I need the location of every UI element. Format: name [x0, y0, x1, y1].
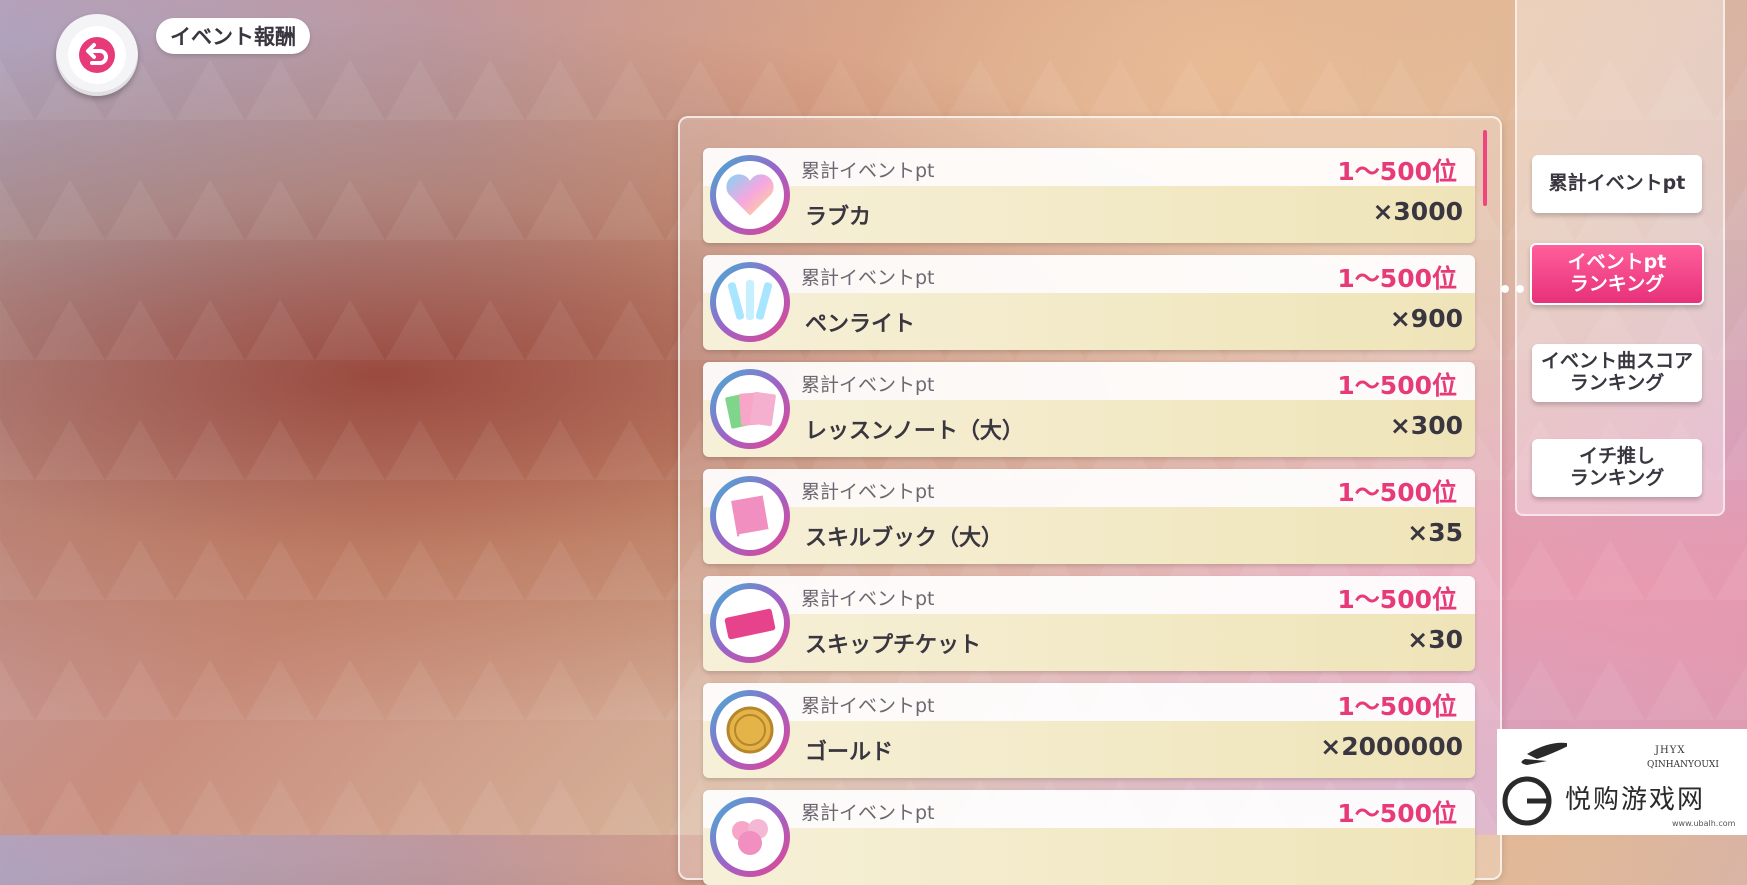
- reward-name: スキルブック（大）: [805, 526, 1004, 551]
- reward-rank: 1～500位: [1337, 799, 1457, 828]
- reward-condition: 累計イベントpt: [801, 695, 935, 717]
- reward-quantity: ×35: [1407, 518, 1463, 547]
- tab-label: イベントpt: [1567, 251, 1667, 274]
- reward-quantity: ×2000000: [1320, 732, 1463, 761]
- reward-condition: 累計イベントpt: [801, 802, 935, 824]
- tab-event-song-score-ranking[interactable]: イベント曲スコア ランキング: [1532, 344, 1702, 402]
- tab-label: イベント曲スコア: [1540, 350, 1693, 373]
- tab-label: ランキング: [1569, 273, 1665, 295]
- skip-ticket-icon: [710, 583, 790, 663]
- skill-book-icon: [710, 476, 790, 556]
- reward-rank: 1～500位: [1337, 585, 1457, 614]
- watermark-brand-small: JHYX: [1655, 745, 1686, 756]
- tab-label: ランキング: [1569, 467, 1665, 489]
- scrollbar[interactable]: [1483, 130, 1487, 206]
- lesson-note-icon: [710, 369, 790, 449]
- tab-label: ランキング: [1569, 372, 1665, 394]
- reward-quantity: ×3000: [1372, 197, 1463, 226]
- reward-row[interactable]: 累計イベントpt 1～500位 スキルブック（大） ×35: [703, 469, 1475, 564]
- reward-rank: 1～500位: [1337, 692, 1457, 721]
- reward-condition: 累計イベントpt: [801, 267, 935, 289]
- reward-rank: 1～500位: [1337, 478, 1457, 507]
- reward-name: スキップチケット: [805, 633, 982, 658]
- reward-quantity: ×300: [1389, 411, 1463, 440]
- reward-condition: 累計イベントpt: [801, 481, 935, 503]
- site-watermark: JHYX QINHANYOUXI 悦购游戏网 www.ubalh.com: [1497, 729, 1747, 835]
- reward-rank: 1～500位: [1337, 157, 1457, 186]
- back-button[interactable]: [56, 14, 138, 96]
- reward-row[interactable]: 累計イベントpt 1～500位 ゴールド ×2000000: [703, 683, 1475, 778]
- back-icon: [68, 26, 126, 84]
- watermark-url: www.ubalh.com: [1672, 819, 1736, 828]
- heart-gem-icon: [710, 155, 790, 235]
- tab-oshi-ranking[interactable]: イチ推し ランキング: [1532, 439, 1702, 497]
- tab-label: イチ推し: [1578, 445, 1655, 468]
- tab-cumulative-event-pt[interactable]: 累計イベントpt: [1532, 155, 1702, 213]
- reward-name: ラブカ: [805, 205, 872, 230]
- reward-row[interactable]: 累計イベントpt 1～500位 レッスンノート（大） ×300: [703, 362, 1475, 457]
- reward-name: レッスンノート（大）: [805, 419, 1024, 444]
- tab-event-pt-ranking[interactable]: イベントpt ランキング: [1530, 243, 1704, 305]
- watermark-brand-roman: QINHANYOUXI: [1647, 760, 1719, 770]
- reward-rank: 1～500位: [1337, 264, 1457, 293]
- reward-row[interactable]: 累計イベントpt 1～500位 ラブカ ×3000: [703, 148, 1475, 243]
- reward-condition: 累計イベントpt: [801, 588, 935, 610]
- reward-rank: 1～500位: [1337, 371, 1457, 400]
- pink-item-icon: [710, 797, 790, 877]
- penlight-icon: [710, 262, 790, 342]
- gold-coin-icon: [710, 690, 790, 770]
- reward-condition: 累計イベントpt: [801, 374, 935, 396]
- reward-row[interactable]: 累計イベントpt 1～500位 ペンライト ×900: [703, 255, 1475, 350]
- reward-name: ゴールド: [805, 740, 894, 765]
- reward-condition: 累計イベントpt: [801, 160, 935, 182]
- tab-label: 累計イベントpt: [1548, 172, 1686, 195]
- reward-name: ペンライト: [805, 312, 916, 337]
- reward-quantity: ×900: [1389, 304, 1463, 333]
- reward-row[interactable]: 累計イベントpt 1～500位: [703, 790, 1475, 885]
- page-title: イベント報酬: [156, 18, 310, 54]
- watermark-brand-cn: 悦购游戏网: [1565, 785, 1706, 815]
- watermark-logo-icon: [1502, 742, 1567, 826]
- reward-row[interactable]: 累計イベントpt 1～500位 スキップチケット ×30: [703, 576, 1475, 671]
- reward-quantity: ×30: [1407, 625, 1463, 654]
